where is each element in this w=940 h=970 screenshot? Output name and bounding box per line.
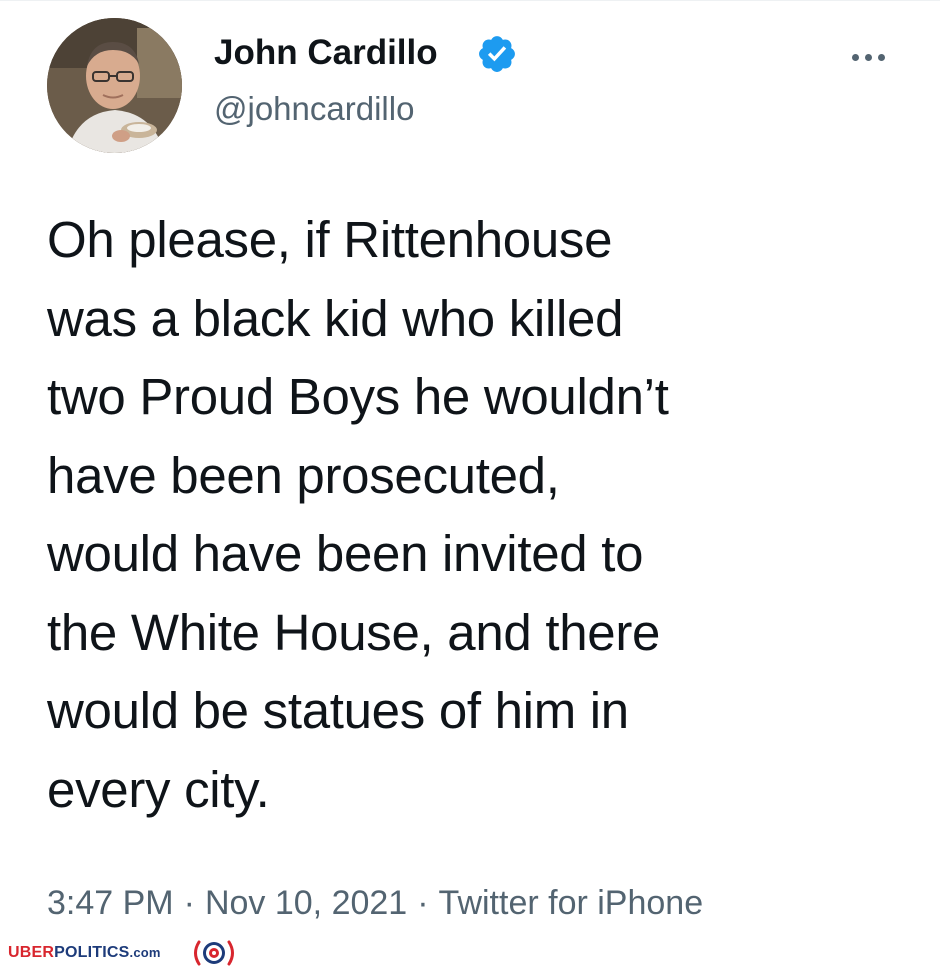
tweet-meta: 3:47 PM · Nov 10, 2021 · Twitter for iPhone	[47, 879, 703, 927]
meta-separator: ·	[183, 884, 195, 922]
avatar[interactable]	[47, 18, 182, 153]
watermark: UBERPOLITICS.com	[0, 936, 940, 970]
tweet-text: Oh please, if Rittenhouse was a black ki…	[47, 211, 669, 818]
watermark-brand-uber: UBER	[8, 944, 55, 961]
avatar-photo	[47, 18, 182, 153]
more-options-icon[interactable]	[838, 37, 898, 77]
watermark-logo-icon	[194, 940, 234, 966]
watermark-brand-suffix: .com	[129, 945, 161, 960]
watermark-brand-politics: POLITICS	[54, 944, 130, 961]
verified-badge-icon	[479, 36, 515, 72]
tweet-date[interactable]: Nov 10, 2021	[205, 884, 407, 922]
author-handle[interactable]: @johncardillo	[214, 87, 414, 131]
tweet-time[interactable]: 3:47 PM	[47, 884, 174, 922]
meta-separator: ·	[417, 884, 429, 922]
watermark-text: UBERPOLITICS.com	[8, 943, 161, 963]
more-dot	[851, 53, 859, 61]
tweet-card: John Cardillo @johncardillo Oh please, i…	[0, 0, 940, 970]
more-dot	[864, 53, 872, 61]
more-dot	[877, 53, 885, 61]
author-name[interactable]: John Cardillo	[214, 31, 438, 75]
tweet-source[interactable]: Twitter for iPhone	[439, 884, 704, 922]
